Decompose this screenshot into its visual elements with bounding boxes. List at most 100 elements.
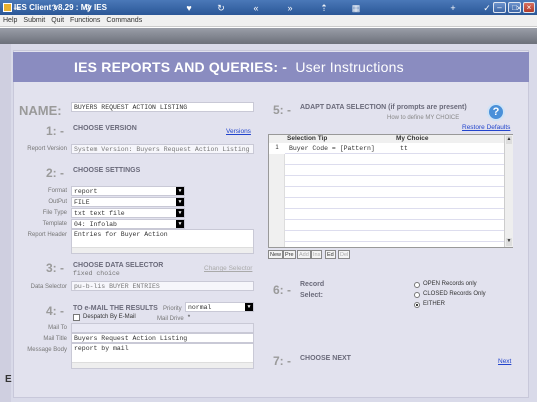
mail-drive-label: Mail Drive	[157, 316, 184, 322]
section-1-number: 1: -	[46, 124, 64, 138]
vertical-scrollbar[interactable]: ▲ ▼	[504, 135, 513, 247]
scroll-up-icon[interactable]: ▲	[506, 136, 512, 144]
chevron-down-icon[interactable]: ▼	[176, 220, 184, 228]
data-selector-label: Data Selector	[30, 284, 67, 290]
table-row[interactable]	[285, 198, 504, 209]
table-row[interactable]	[285, 231, 504, 242]
template-value: 04: Infolab	[74, 221, 117, 228]
section-6-number: 6: -	[273, 283, 291, 297]
mail-to-field[interactable]	[71, 323, 254, 333]
search-icon[interactable]: ⚲	[82, 2, 94, 14]
mail-drive-field[interactable]: *	[185, 313, 254, 323]
section-4-number: 4: -	[46, 304, 64, 318]
chevron-down-icon[interactable]: ▼	[245, 303, 253, 311]
report-header-textarea[interactable]: Entries for Buyer Action	[71, 229, 254, 254]
report-version-field: System Version: Buyers Request Action Li…	[71, 144, 254, 154]
adapt-heading: ADAPT DATA SELECTION (if prompts are pre…	[300, 104, 467, 111]
refresh-icon[interactable]: ↻	[215, 2, 227, 14]
menu-commands[interactable]: Commands	[103, 15, 145, 27]
rewind-icon[interactable]: «	[250, 2, 262, 14]
table-row[interactable]	[285, 165, 504, 176]
selection-grid: Selection Tip My Choice 1 Buyer Code = […	[268, 134, 513, 248]
page-banner: IES REPORTS AND QUERIES: - User Instruct…	[13, 52, 529, 82]
row-choice[interactable]: tt	[400, 145, 408, 152]
menu-quit[interactable]: Quit	[48, 15, 67, 27]
template-label: Template	[42, 221, 67, 227]
select-label: Select:	[300, 292, 323, 299]
side-strip	[0, 44, 11, 402]
report-header-label: Report Header	[27, 232, 67, 238]
despatch-checkbox[interactable]	[73, 314, 80, 321]
despatch-label: Despatch By E-Mail	[83, 314, 136, 320]
priority-select[interactable]: normal ▼	[185, 302, 254, 312]
name-field[interactable]: BUYERS REQUEST ACTION LISTING	[71, 102, 254, 112]
table-row[interactable]	[285, 187, 504, 198]
nav-ins-button[interactable]: Ins	[311, 250, 323, 259]
column-selection-tip: Selection Tip	[287, 135, 328, 142]
file-type-label: File Type	[42, 210, 67, 216]
table-row[interactable]	[285, 154, 504, 165]
upload-icon[interactable]: ⇡	[318, 2, 330, 14]
chevron-down-icon[interactable]: ▼	[176, 198, 184, 206]
choose-version-heading: CHOOSE VERSION	[73, 125, 137, 132]
menu-submit[interactable]: Submit	[20, 15, 48, 27]
help-icon[interactable]: ?	[48, 2, 60, 14]
choose-next-heading: CHOOSE NEXT	[300, 355, 351, 362]
template-select[interactable]: 04: Infolab ▼	[71, 219, 185, 229]
scroll-down-icon[interactable]: ▼	[506, 238, 512, 246]
table-row[interactable]: Buyer Code = [Pattern] tt	[285, 143, 504, 154]
file-type-select[interactable]: txt text file ▼	[71, 208, 185, 218]
menu-functions[interactable]: Functions	[67, 15, 103, 27]
help-icon[interactable]: ?	[487, 103, 505, 121]
nav-del-button[interactable]: Del	[338, 250, 351, 259]
chevron-down-icon[interactable]: ▼	[176, 209, 184, 217]
table-row[interactable]	[285, 220, 504, 231]
versions-link[interactable]: Versions	[226, 128, 251, 135]
mail-to-label: Mail To	[48, 325, 67, 331]
minimize-button[interactable]: –	[493, 2, 506, 13]
next-link[interactable]: Next	[498, 358, 511, 365]
nav-ed-button[interactable]: Ed	[325, 250, 336, 259]
nav-add-button[interactable]: Add	[297, 250, 311, 259]
table-row[interactable]	[285, 176, 504, 187]
horizontal-scrollbar[interactable]	[72, 247, 253, 253]
forward-icon[interactable]: »	[284, 2, 296, 14]
message-body-textarea[interactable]: report by mail	[71, 343, 254, 369]
output-select[interactable]: FILE ▼	[71, 197, 185, 207]
radio-either[interactable]	[414, 302, 420, 308]
radio-open[interactable]	[414, 282, 420, 288]
change-selector-link[interactable]: Change Selector	[204, 265, 252, 272]
chevron-down-icon[interactable]: ▼	[176, 187, 184, 195]
email-heading: TO e-MAIL THE RESULTS	[73, 305, 158, 312]
menu-help[interactable]: Help	[0, 15, 20, 27]
heart-icon[interactable]: ♥	[183, 2, 195, 14]
radio-either-label: EITHER	[423, 301, 446, 307]
key-icon[interactable]: ⊸	[8, 2, 26, 14]
radio-closed-label: CLOSED Records Only	[423, 291, 486, 297]
restore-defaults-link[interactable]: Restore Defaults	[462, 124, 510, 131]
choose-data-selector-heading: CHOOSE DATA SELECTOR	[73, 262, 164, 269]
grid-icon[interactable]: ▦	[350, 2, 362, 14]
output-value: FILE	[74, 199, 90, 206]
nav-pre-button[interactable]: Pre	[283, 250, 296, 259]
report-version-label: Report Version	[27, 146, 67, 152]
column-my-choice: My Choice	[396, 135, 429, 142]
choose-settings-heading: CHOOSE SETTINGS	[73, 167, 141, 174]
output-label: OutPut	[48, 199, 67, 205]
mail-title-field[interactable]: Buyers Request Action Listing	[71, 333, 254, 343]
row-tip: Buyer Code = [Pattern]	[289, 145, 375, 152]
close-icon[interactable]: ×	[513, 2, 525, 14]
check-icon[interactable]: ✓	[481, 2, 493, 14]
nav-new-button[interactable]: New	[268, 250, 284, 259]
name-label: NAME:	[19, 103, 62, 118]
table-row[interactable]	[285, 209, 504, 220]
row-number: 1	[275, 145, 279, 151]
section-5-number: 5: -	[273, 103, 291, 117]
format-value: report	[74, 188, 98, 195]
how-to-define-text: How to define MY CHOICE	[387, 115, 460, 121]
horizontal-scrollbar[interactable]	[72, 362, 253, 368]
plus-icon[interactable]: +	[447, 2, 459, 14]
radio-closed[interactable]	[414, 292, 420, 298]
format-select[interactable]: report ▼	[71, 186, 185, 196]
message-body-value: report by mail	[74, 345, 129, 352]
